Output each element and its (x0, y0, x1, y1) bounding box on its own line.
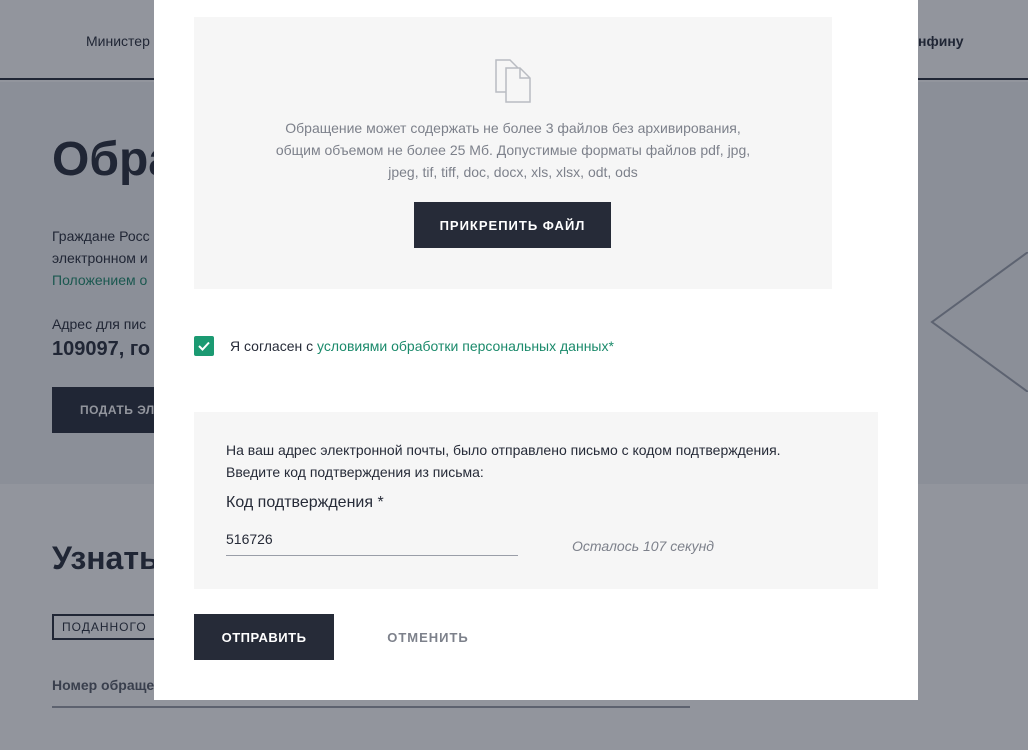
consent-label: Я согласен с условиями обработки персона… (230, 338, 614, 354)
confirmation-code-label: Код подтверждения * (226, 494, 384, 511)
consent-text: Я согласен с (230, 338, 317, 354)
attach-file-button[interactable]: ПРИКРЕПИТЬ ФАЙЛ (414, 202, 611, 248)
countdown-timer: Осталось 107 секунд (572, 538, 715, 554)
confirmation-code-input[interactable] (226, 522, 518, 556)
upload-requirements-line-1: Обращение может содержать не более 3 фай… (285, 120, 741, 136)
appeal-modal: Обращение может содержать не более 3 фай… (154, 0, 918, 700)
confirmation-message-line-1: На ваш адрес электронной почты, было отп… (226, 442, 781, 458)
upload-requirements: Обращение может содержать не более 3 фай… (254, 117, 772, 183)
upload-requirements-line-3: jpeg, tif, tiff, doc, docx, xls, xlsx, o… (388, 164, 638, 180)
personal-data-terms-link[interactable]: условиями обработки персональных данных* (317, 338, 614, 354)
send-button[interactable]: ОТПРАВИТЬ (194, 614, 334, 660)
file-upload-area[interactable]: Обращение может содержать не более 3 фай… (194, 17, 832, 289)
confirmation-message: На ваш адрес электронной почты, было отп… (226, 439, 781, 483)
confirmation-panel: На ваш адрес электронной почты, было отп… (194, 412, 878, 589)
confirmation-message-line-2: Введите код подтверждения из письма: (226, 464, 484, 480)
checkmark-icon (198, 341, 210, 351)
cancel-button[interactable]: ОТМЕНИТЬ (366, 614, 490, 660)
consent-row: Я согласен с условиями обработки персона… (194, 336, 614, 356)
documents-icon (495, 59, 531, 103)
upload-requirements-line-2: общим объемом не более 25 Мб. Допустимые… (275, 142, 751, 158)
consent-checkbox[interactable] (194, 336, 214, 356)
